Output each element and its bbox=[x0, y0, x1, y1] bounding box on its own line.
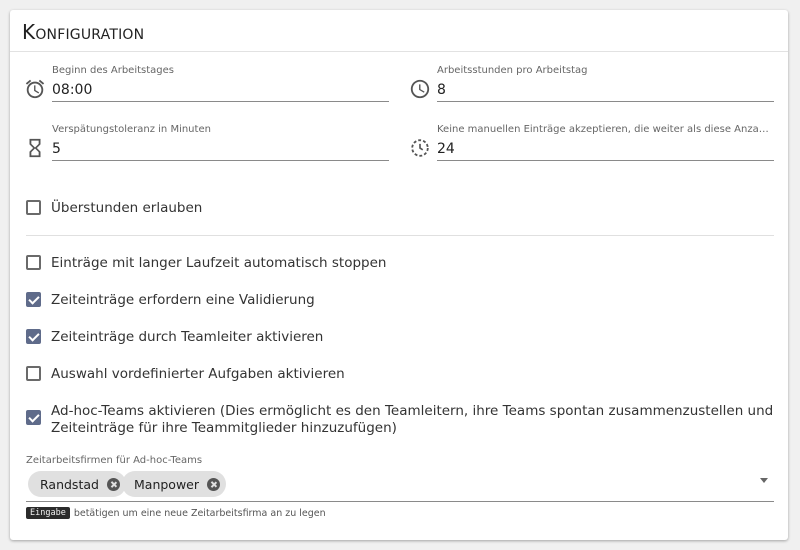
clock-icon bbox=[409, 78, 431, 100]
manual-entries-input[interactable] bbox=[437, 138, 774, 159]
delay-tolerance-underline bbox=[52, 160, 389, 161]
predefined-tasks-checkbox-row[interactable]: Auswahl vordefinierter Aufgaben aktivier… bbox=[26, 366, 345, 383]
adhoc-teams-checkbox-label: Ad-hoc-Teams aktivieren (Dies ermöglicht… bbox=[51, 403, 774, 436]
adhoc-teams-checkbox[interactable] bbox=[26, 410, 41, 425]
adhoc-teams-checkbox-row[interactable]: Ad-hoc-Teams aktivieren (Dies ermöglicht… bbox=[26, 403, 774, 437]
overtime-checkbox[interactable] bbox=[26, 200, 41, 215]
chip-label: Manpower bbox=[134, 476, 200, 492]
manual-entries-label: Keine manuellen Einträge akzeptieren, di… bbox=[437, 124, 774, 135]
validation-checkbox[interactable] bbox=[26, 292, 41, 307]
work-hours-underline bbox=[437, 101, 774, 102]
delay-tolerance-label: Verspätungstoleranz in Minuten bbox=[52, 124, 211, 135]
chip-remove-icon[interactable] bbox=[106, 477, 120, 491]
validation-checkbox-label: Zeiteinträge erfordern eine Validierung bbox=[51, 292, 315, 308]
work-hours-field: Arbeitsstunden pro Arbeitstag bbox=[409, 65, 774, 105]
work-start-field: Beginn des Arbeitstages bbox=[24, 65, 389, 105]
predefined-tasks-checkbox[interactable] bbox=[26, 366, 41, 381]
predefined-tasks-checkbox-label: Auswahl vordefinierter Aufgaben aktivier… bbox=[51, 366, 345, 382]
chip-remove-icon[interactable] bbox=[207, 477, 221, 491]
validation-checkbox-row[interactable]: Zeiteinträge erfordern eine Validierung bbox=[26, 292, 315, 309]
overtime-checkbox-row[interactable]: Überstunden erlauben bbox=[26, 200, 202, 217]
teamlead-activation-checkbox[interactable] bbox=[26, 329, 41, 344]
chip-label: Randstad bbox=[40, 476, 99, 492]
manual-entries-field: Keine manuellen Einträge akzeptieren, di… bbox=[411, 124, 774, 164]
temp-agencies-hint: Eingabe betätigen um eine neue Zeitarbei… bbox=[26, 507, 326, 519]
delay-tolerance-input[interactable] bbox=[52, 138, 389, 159]
chip-manpower[interactable]: Manpower bbox=[122, 471, 227, 497]
work-start-input[interactable] bbox=[52, 79, 389, 100]
history-clock-icon bbox=[409, 137, 431, 159]
work-hours-label: Arbeitsstunden pro Arbeitstag bbox=[437, 65, 588, 76]
teamlead-activation-checkbox-label: Zeiteinträge durch Teamleiter aktivieren bbox=[51, 329, 324, 345]
manual-entries-underline bbox=[437, 160, 774, 161]
hint-text: betätigen um eine neue Zeitarbeitsfirma … bbox=[73, 507, 326, 519]
overtime-checkbox-label: Überstunden erlauben bbox=[51, 200, 203, 216]
work-start-label: Beginn des Arbeitstages bbox=[52, 65, 175, 76]
temp-agencies-label: Zeitarbeitsfirmen für Ad-hoc-Teams bbox=[26, 455, 203, 466]
work-start-underline bbox=[52, 101, 389, 102]
teamlead-activation-checkbox-row[interactable]: Zeiteinträge durch Teamleiter aktivieren bbox=[26, 329, 323, 346]
hourglass-icon bbox=[24, 137, 46, 159]
section-divider bbox=[26, 235, 774, 236]
work-hours-input[interactable] bbox=[437, 79, 774, 100]
auto-stop-checkbox-row[interactable]: Einträge mit langer Laufzeit automatisch… bbox=[26, 255, 386, 272]
page-title: Konfiguration bbox=[22, 20, 145, 44]
dropdown-arrow-icon[interactable] bbox=[760, 478, 768, 483]
temp-agencies-underline bbox=[26, 501, 774, 502]
delay-tolerance-field: Verspätungstoleranz in Minuten bbox=[26, 124, 389, 164]
card-header: Konfiguration bbox=[10, 10, 788, 52]
auto-stop-checkbox[interactable] bbox=[26, 255, 41, 270]
alarm-clock-icon bbox=[24, 78, 46, 100]
chip-randstad[interactable]: Randstad bbox=[28, 471, 126, 497]
auto-stop-checkbox-label: Einträge mit langer Laufzeit automatisch… bbox=[51, 255, 387, 271]
enter-key-badge: Eingabe bbox=[26, 507, 70, 519]
